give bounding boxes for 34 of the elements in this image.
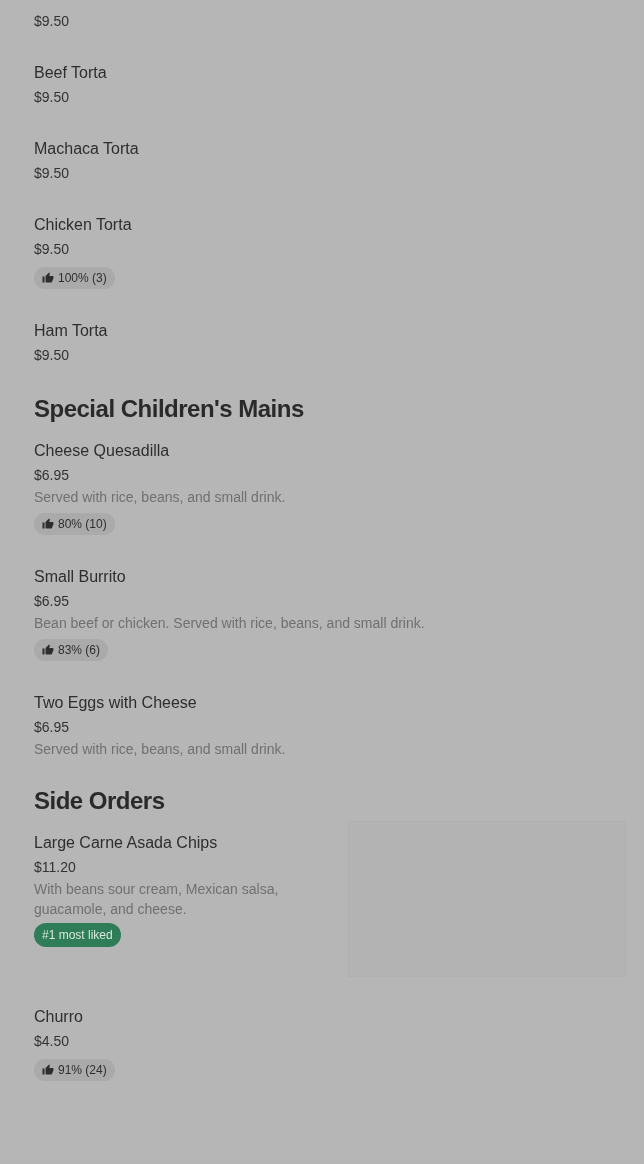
rating-text: 83% (6) — [58, 642, 101, 659]
rating-text: 80% (10) — [58, 516, 107, 533]
item-name: Churro — [34, 1007, 84, 1027]
section-heading: Special Children's Mains — [34, 395, 305, 423]
item-description: Bean beef or chicken. Served with rice, beans, and small drink. — [34, 614, 426, 633]
item-price: $4.50 — [34, 1032, 71, 1051]
thumbs-up-icon — [42, 1064, 54, 1076]
section-heading: Side Orders — [34, 787, 166, 815]
item-name: Two Eggs with Cheese — [34, 693, 198, 713]
item-price: $6.95 — [34, 466, 71, 485]
item-name: Machaca Torta — [34, 139, 140, 159]
most-liked-badge: #1 most liked — [34, 923, 121, 947]
rating-text: 100% (3) — [58, 270, 107, 287]
thumbs-up-icon — [42, 518, 54, 530]
thumbs-up-icon — [42, 272, 54, 284]
item-price: $9.50 — [34, 240, 71, 259]
item-name: Large Carne Asada Chips — [34, 833, 219, 853]
item-name: Cheese Quesadilla — [34, 441, 171, 461]
item-price: $11.20 — [34, 858, 77, 877]
item-name: Ham Torta — [34, 321, 109, 341]
item-description: With beans sour cream, Mexican salsa, guacamole, and cheese. — [34, 880, 280, 919]
item-price: $9.50 — [34, 346, 71, 365]
item-name: Chicken Torta — [34, 215, 133, 235]
item-price: $9.50 — [34, 12, 71, 31]
item-description: Served with rice, beans, and small drink. — [34, 488, 287, 507]
item-price: $9.50 — [34, 88, 71, 107]
item-name: Beef Torta — [34, 63, 108, 83]
thumbs-up-icon — [42, 644, 54, 656]
item-price: $6.95 — [34, 592, 71, 611]
item-name: Small Burrito — [34, 567, 127, 587]
rating-text: 91% (24) — [58, 1062, 107, 1079]
item-price: $9.50 — [34, 164, 71, 183]
item-description: Served with rice, beans, and small drink. — [34, 740, 287, 759]
item-price: $6.95 — [34, 718, 71, 737]
